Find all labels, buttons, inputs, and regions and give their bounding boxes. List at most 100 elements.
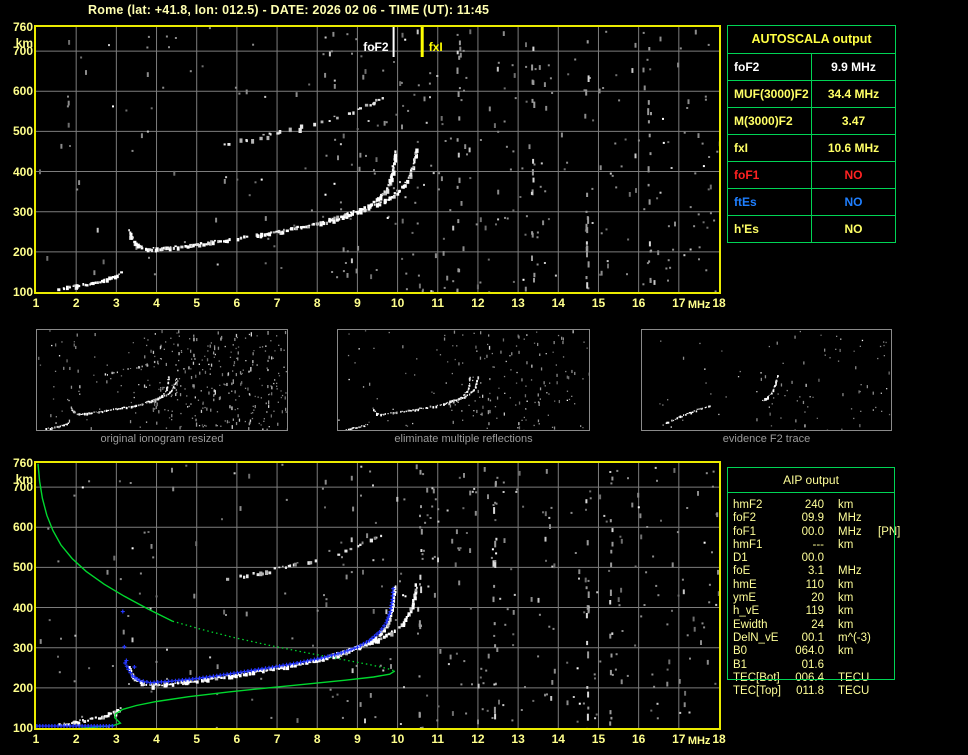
parameter-label: ymE: [733, 592, 756, 605]
parameter-value: 064.0: [795, 645, 824, 658]
parameter-value: 09.9: [801, 512, 824, 525]
x-tick-label: 5: [193, 296, 201, 310]
parameter-label: DelN_vE: [733, 631, 779, 644]
thumbnail-original-ionogram: [36, 329, 289, 432]
x-tick-label: 1: [32, 732, 40, 746]
table-row: foF1 00.0 MHz [PN]: [727, 525, 900, 539]
y-tick-label: 400: [12, 164, 33, 179]
y-tick-label: 400: [12, 600, 33, 615]
parameter-flag: [878, 672, 893, 685]
x-tick-label: 3: [113, 296, 120, 310]
x-tick-label: 8: [313, 732, 321, 746]
parameter-unit: MHz: [838, 525, 862, 538]
x-axis-unit-label: MHz: [687, 735, 711, 747]
parameter-value: 34.4 MHz: [827, 87, 880, 101]
autoscala-table-rows: foF2 9.9 MHz MUF(3000)F2 34.4 MHz M(3000)F2 3…: [728, 54, 895, 242]
parameter-value: 240: [804, 499, 824, 511]
table-row: DelN_vE 00.1 m^(-3): [727, 632, 893, 645]
parameter-flag: [878, 552, 893, 565]
x-tick-label: 13: [511, 732, 525, 746]
parameter-flag: [878, 685, 893, 698]
parameter-label: hmF1: [733, 538, 763, 551]
thumbnail-caption: original ionogram resized: [100, 433, 224, 445]
y-tick-label: 300: [12, 640, 33, 655]
x-tick-label: 16: [631, 296, 646, 310]
parameter-flag: [878, 579, 893, 592]
parameter-value: 00.0: [801, 552, 824, 565]
autoscala-output-table: AUTOSCALA output foF2 9.9 MHz MUF(3000)F2 3…: [727, 25, 896, 243]
y-tick-label: 300: [12, 204, 33, 219]
parameter-unit: km: [838, 578, 854, 591]
x-tick-label: 14: [551, 296, 565, 310]
table-row: B0 064.0 km: [727, 645, 893, 658]
x-tick-label: 14: [551, 732, 565, 746]
parameter-unit: m^(-3): [838, 631, 871, 644]
parameter-label: foF2: [733, 512, 757, 525]
parameter-value: 20: [811, 592, 824, 605]
x-tick-label: 9: [354, 732, 361, 746]
x-tick-label: 12: [471, 296, 485, 310]
parameter-unit: MHz: [838, 512, 862, 525]
parameter-label: hmF2: [733, 499, 763, 511]
parameter-unit: km: [838, 538, 854, 551]
parameter-unit: TECU: [838, 685, 870, 698]
x-tick-label: 16: [631, 732, 646, 746]
parameter-unit: km: [838, 645, 854, 658]
ionogram-top-svg: foF2 fxI: [36, 27, 719, 292]
table-row: hmF1 --- km: [727, 539, 893, 552]
x-tick-label: 3: [113, 732, 120, 746]
parameter-value: NO: [844, 168, 863, 182]
parameter-flag: [878, 659, 893, 672]
parameter-label: Ewidth: [733, 618, 768, 631]
x-tick-label: 7: [273, 296, 281, 310]
parameter-flag: [878, 632, 893, 645]
table-row: h_vE 119 km: [727, 605, 893, 618]
foF2-marker-label: foF2: [363, 40, 389, 54]
table-row: B1 01.6: [727, 659, 893, 672]
parameter-flag: [PN]: [878, 525, 901, 538]
table-row: hmF2 240 km: [727, 499, 893, 512]
parameter-value: 10.6 MHz: [827, 141, 880, 155]
y-tick-label: 500: [12, 124, 33, 139]
autoscala-table-header: AUTOSCALA output: [728, 26, 895, 54]
parameter-flag: [878, 645, 893, 658]
parameter-unit: km: [838, 499, 854, 511]
x-tick-label: 2: [72, 296, 80, 310]
parameter-label: foF1: [728, 162, 812, 188]
y-tick-label: 760: [12, 456, 33, 470]
table-row: h'Es NO: [728, 216, 895, 242]
parameter-value: 00.0: [801, 525, 824, 538]
parameter-label: foF2: [728, 54, 812, 80]
parameter-flag: [878, 512, 893, 525]
thumb-reflections-svg: [338, 330, 590, 432]
y-axis-unit-label: km: [15, 472, 33, 486]
y-tick-label: 200: [12, 244, 33, 259]
x-tick-label: 11: [431, 296, 445, 310]
y-tick-label: 760: [12, 20, 33, 34]
parameter-label: h_vE: [733, 605, 760, 618]
parameter-value: 3.47: [841, 114, 866, 128]
autoscala-window: Rome (lat: +41.8, lon: 012.5) - DATE: 20…: [0, 0, 968, 755]
ionogram-bottom-svg: [36, 463, 719, 728]
y-tick-label: 200: [12, 680, 33, 695]
thumbnail-f2-trace: [641, 329, 892, 433]
parameter-flag: [878, 499, 893, 512]
parameter-value: 01.6: [801, 658, 824, 671]
parameter-label: TEC[Top]: [733, 685, 781, 698]
x-tick-label: 10: [390, 732, 405, 746]
parameter-flag: [878, 605, 893, 618]
y-tick-label: 600: [12, 84, 33, 99]
x-tick-label: 4: [153, 296, 160, 310]
parameter-unit: km: [838, 618, 854, 631]
station-title: Rome (lat: +41.8, lon: 012.5) - DATE: 20…: [88, 3, 490, 17]
parameter-flag: [878, 592, 893, 605]
table-row: ymE 20 km: [727, 592, 893, 605]
table-row: foF1 NO: [728, 162, 895, 189]
table-row: hmE 110 km: [727, 579, 893, 592]
parameter-flag: [878, 539, 893, 552]
parameter-flag: [878, 565, 893, 578]
x-tick-label: 13: [511, 296, 525, 310]
parameter-label: foE: [733, 565, 751, 578]
table-row: MUF(3000)F2 34.4 MHz: [728, 81, 895, 108]
parameter-unit: km: [838, 605, 854, 618]
